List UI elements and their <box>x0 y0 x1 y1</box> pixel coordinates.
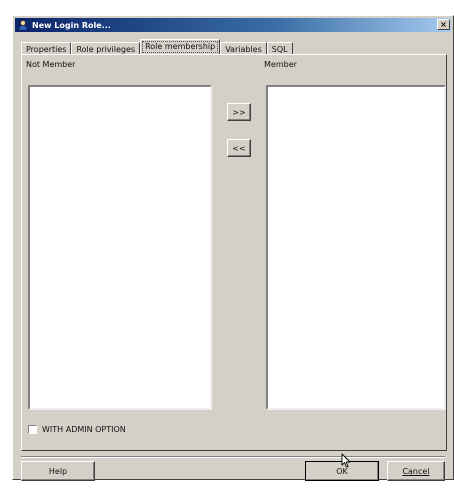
not-member-list[interactable] <box>28 85 212 410</box>
not-member-label: Not Member <box>26 60 76 69</box>
window-title: New Login Role... <box>32 20 111 30</box>
member-label: Member <box>264 60 297 69</box>
user-icon <box>18 19 28 31</box>
cancel-button[interactable]: Cancel <box>387 461 445 481</box>
with-admin-option-checkbox[interactable] <box>28 425 37 434</box>
help-button[interactable]: Help <box>21 461 95 481</box>
member-list[interactable] <box>266 85 446 410</box>
close-icon: × <box>440 20 447 29</box>
close-button[interactable]: × <box>437 19 450 30</box>
with-admin-option-label: WITH ADMIN OPTION <box>42 425 126 434</box>
mouse-pointer-icon <box>341 453 351 468</box>
tab-role-membership[interactable]: Role membership <box>140 39 221 55</box>
cancel-button-label: Cancel <box>402 466 430 476</box>
title-bar: New Login Role... × <box>15 18 451 32</box>
help-button-label: Help <box>48 466 68 476</box>
add-member-button[interactable]: >> <box>227 103 251 121</box>
role-membership-panel: Not Member Member >> << WITH ADMIN OPTIO… <box>21 54 447 451</box>
remove-member-button[interactable]: << <box>227 139 251 157</box>
tab-strip: Properties Role privileges Role membersh… <box>21 39 293 55</box>
new-login-role-dialog: New Login Role... × Properties Role priv… <box>12 15 454 481</box>
footer-divider <box>21 456 445 458</box>
